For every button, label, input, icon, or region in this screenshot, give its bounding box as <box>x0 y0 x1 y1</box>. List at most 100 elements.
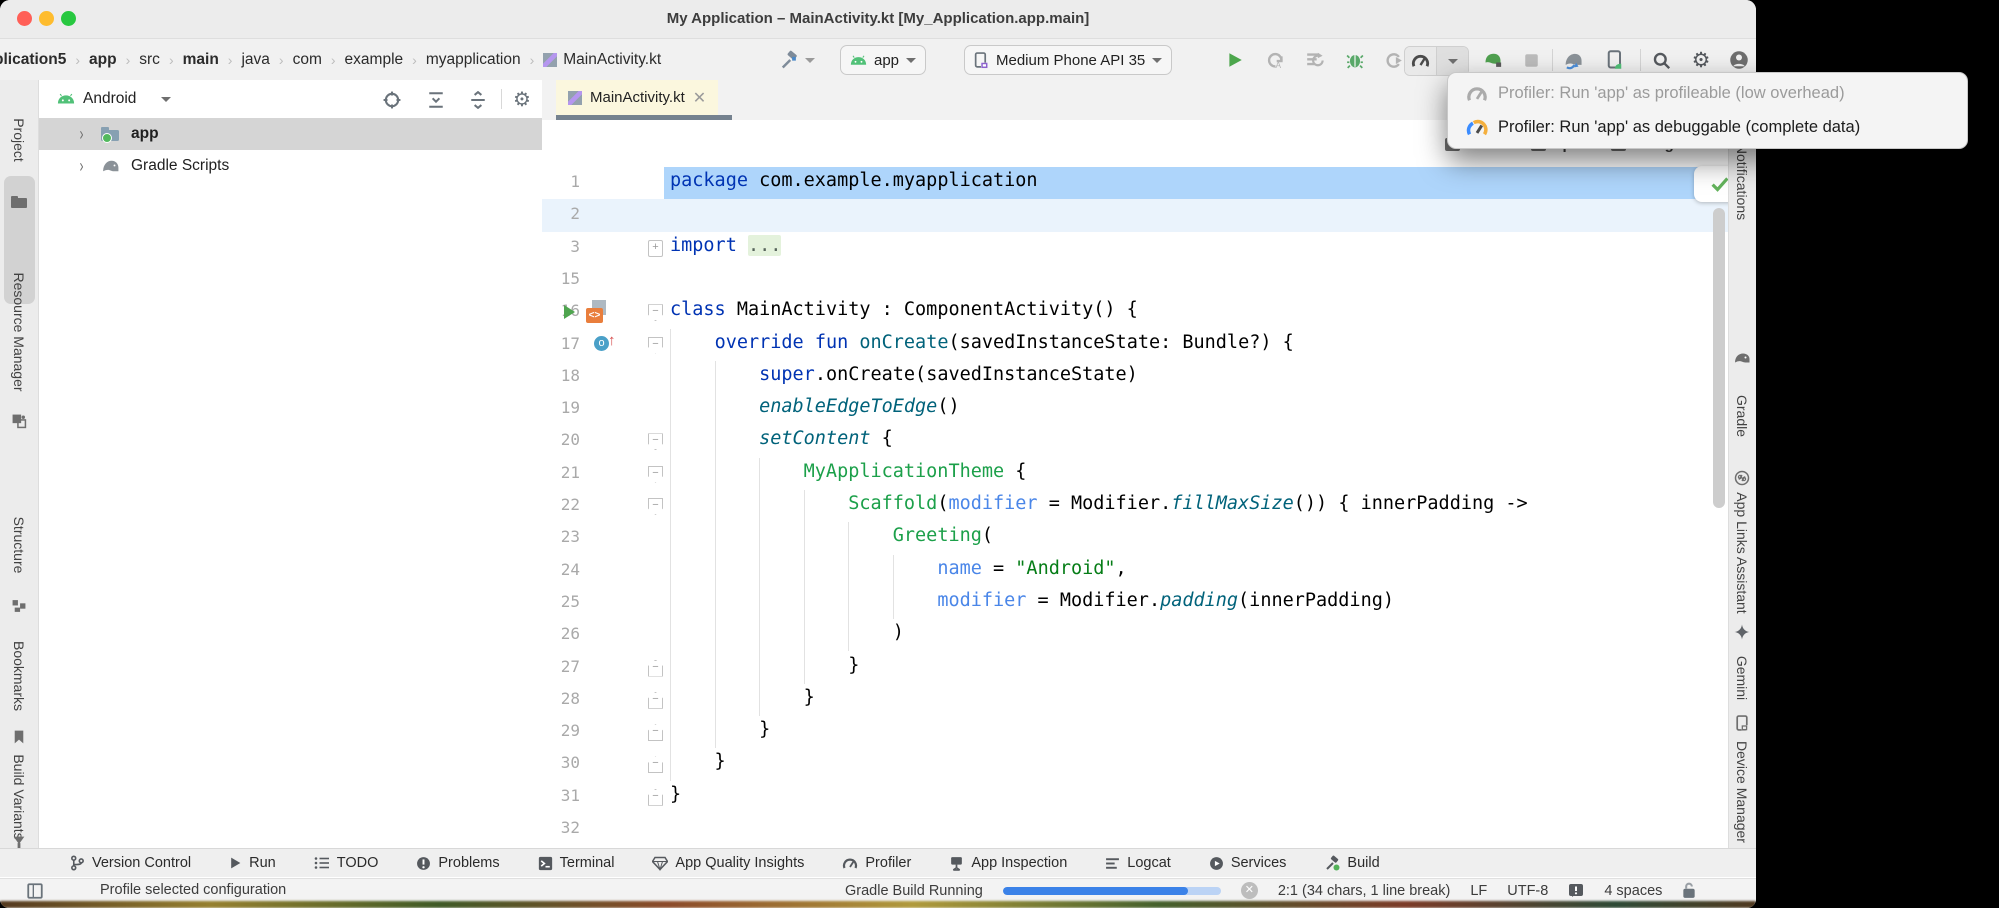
lock-icon[interactable] <box>1682 882 1696 899</box>
caret-position[interactable]: 2:1 (34 chars, 1 line break) <box>1278 883 1450 899</box>
notifications-indicator-icon[interactable] <box>1568 883 1584 899</box>
fold-marker-icon[interactable]: − <box>648 724 663 741</box>
breadcrumb-item[interactable]: com <box>293 51 322 69</box>
stripe-item-gradle[interactable]: Gradle <box>1734 395 1750 437</box>
close-tab-icon[interactable]: ✕ <box>693 88 706 108</box>
build-dropdown-icon[interactable] <box>802 47 818 73</box>
compose-preview-gutter-icon[interactable]: <> <box>586 300 610 324</box>
breadcrumb-item[interactable]: MainActivity.kt <box>563 51 661 69</box>
toolwindow-problems[interactable]: Problems <box>416 855 499 871</box>
apply-changes-restart-icon[interactable]: A <box>1262 47 1288 73</box>
collapse-all-icon[interactable] <box>467 89 489 111</box>
stripe-item-gemini[interactable]: Gemini <box>1734 656 1750 700</box>
chevron-right-icon[interactable]: › <box>80 156 84 176</box>
breadcrumb-item[interactable]: example <box>345 51 404 69</box>
expand-all-icon[interactable] <box>425 89 447 111</box>
stripe-item-bookmarks[interactable]: Bookmarks <box>11 641 27 711</box>
indent-setting[interactable]: 4 spaces <box>1604 883 1662 899</box>
run-configuration-selector[interactable]: app <box>840 45 926 75</box>
breadcrumb-item[interactable]: java <box>241 51 269 69</box>
search-icon[interactable] <box>1648 47 1674 73</box>
toolwindow-services[interactable]: Services <box>1209 855 1287 871</box>
apply-code-changes-icon[interactable] <box>1302 47 1328 73</box>
profiler-menu-item[interactable]: Profiler: Run 'app' as debuggable (compl… <box>1458 111 1965 144</box>
settings-gear-icon[interactable]: ⚙ <box>1688 47 1714 73</box>
device-manager-icon[interactable] <box>1602 47 1628 73</box>
gradle-sync-icon[interactable] <box>1560 47 1586 73</box>
fold-marker-icon[interactable]: − <box>648 433 663 450</box>
toolwindow-terminal[interactable]: Terminal <box>538 855 615 871</box>
line-number: 24 <box>542 560 580 579</box>
fold-marker-icon[interactable]: − <box>648 466 663 483</box>
elephant-icon <box>1733 351 1751 366</box>
profiler-button[interactable] <box>1405 47 1436 75</box>
toolwindow-todo[interactable]: TODO <box>314 855 379 871</box>
stripe-item-structure[interactable]: Structure <box>11 517 27 574</box>
status-bar: Profile selected configuration Gradle Bu… <box>0 878 1756 902</box>
toolwindow-app-inspection[interactable]: App Inspection <box>949 855 1067 871</box>
account-avatar-icon[interactable] <box>1726 47 1752 73</box>
toolwindow-logcat[interactable]: Logcat <box>1105 855 1171 871</box>
stop-button[interactable] <box>1518 47 1544 73</box>
file-encoding[interactable]: UTF-8 <box>1507 883 1548 899</box>
menu-item-label: Profiler: Run 'app' as profileable (low … <box>1498 84 1845 103</box>
breadcrumb-item[interactable]: plication5 <box>0 51 66 69</box>
line-number: 19 <box>542 398 580 417</box>
profiler-menu-item[interactable]: Profiler: Run 'app' as profileable (low … <box>1458 77 1965 110</box>
fold-marker-icon[interactable]: − <box>648 498 663 515</box>
debug-button[interactable] <box>1342 47 1368 73</box>
toolwindow-run[interactable]: Run <box>229 855 276 871</box>
toolwindow-profiler[interactable]: Profiler <box>842 855 911 871</box>
code-line: 23 Greeting( <box>542 522 1728 555</box>
toolwindow-label: Profiler <box>865 855 911 871</box>
code-editor[interactable]: 1package com.example.myapplication23+imp… <box>542 120 1728 848</box>
project-view-dropdown-icon[interactable] <box>161 97 171 102</box>
toolwindow-build[interactable]: Build <box>1324 855 1379 871</box>
layout-widget-icon[interactable] <box>26 882 44 900</box>
editor-scrollbar-thumb[interactable] <box>1713 208 1725 508</box>
stripe-item-notifications[interactable]: Notifications <box>1734 144 1750 220</box>
panel-header-separator <box>501 89 502 109</box>
run-button[interactable] <box>1222 47 1248 73</box>
cancel-build-icon[interactable]: ✕ <box>1241 882 1258 899</box>
tree-item-app[interactable]: ›app <box>39 118 542 150</box>
fold-marker-icon[interactable]: − <box>648 692 663 709</box>
overrides-method-gutter-icon[interactable]: o↑ <box>594 335 616 353</box>
line-separator[interactable]: LF <box>1470 883 1487 899</box>
build-hammer-icon[interactable] <box>776 47 802 73</box>
code-line: 20− setContent { <box>542 425 1728 458</box>
android-icon <box>57 93 75 105</box>
breadcrumb-item[interactable]: app <box>89 51 117 69</box>
fold-marker-icon[interactable]: + <box>648 240 663 257</box>
apply-changes-icon[interactable] <box>1480 47 1506 73</box>
stripe-item-build-variants[interactable]: Build Variants <box>11 754 27 839</box>
profiler-dropdown-button[interactable] <box>1436 47 1468 75</box>
inspections-widget[interactable] <box>1694 166 1728 202</box>
fold-marker-icon[interactable]: − <box>648 337 663 354</box>
toolwindow-version-control[interactable]: Version Control <box>70 855 191 871</box>
tree-item-gradle-scripts[interactable]: ›Gradle Scripts <box>39 150 542 182</box>
breadcrumb-item[interactable]: src <box>139 51 160 69</box>
breadcrumb-item[interactable]: main <box>183 51 219 69</box>
stripe-item-project[interactable]: Project <box>11 118 27 162</box>
tab-mainactivity[interactable]: MainActivity.kt ✕ <box>556 80 718 115</box>
locate-file-icon[interactable] <box>381 89 403 111</box>
breadcrumb-separator-icon: › <box>75 52 80 68</box>
stripe-item-resource-manager[interactable]: Resource Manager <box>11 272 27 391</box>
breadcrumb-item[interactable]: myapplication <box>426 51 521 69</box>
code-text: override fun onCreate(savedInstanceState… <box>670 332 1294 353</box>
device-selector[interactable]: Medium Phone API 35 <box>964 45 1172 75</box>
fold-marker-icon[interactable]: − <box>648 304 663 321</box>
line-number: 28 <box>542 689 580 708</box>
chevron-right-icon[interactable]: › <box>80 124 84 144</box>
fold-marker-icon[interactable]: − <box>648 789 663 806</box>
stripe-item-device-manager[interactable]: Device Manager <box>1734 741 1750 843</box>
run-class-gutter-icon[interactable] <box>564 305 575 319</box>
panel-settings-gear-icon[interactable]: ⚙ <box>511 89 533 111</box>
attach-debugger-icon[interactable] <box>1380 47 1406 73</box>
stripe-item-app-links-assistant[interactable]: App Links Assistant <box>1734 492 1750 613</box>
project-view-selector[interactable]: Android <box>83 90 136 108</box>
fold-marker-icon[interactable]: − <box>648 660 663 677</box>
toolwindow-app-quality-insights[interactable]: App Quality Insights <box>652 855 804 871</box>
fold-marker-icon[interactable]: − <box>648 756 663 773</box>
